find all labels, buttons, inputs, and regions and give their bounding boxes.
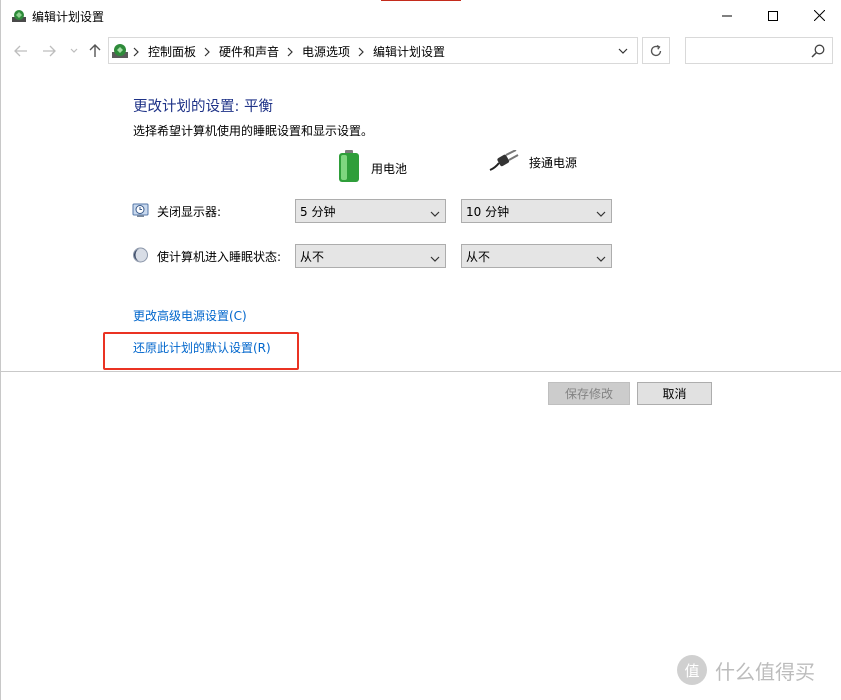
column-label-plugged-in: 接通电源 xyxy=(529,156,578,170)
divider xyxy=(1,371,841,372)
search-icon xyxy=(810,43,826,59)
sleep-label: 使计算机进入睡眠状态: xyxy=(157,250,282,264)
chevron-down-icon xyxy=(430,207,440,217)
breadcrumb-separator-icon xyxy=(203,46,211,58)
display-clock-icon xyxy=(132,202,149,221)
sleep-plugged-value: 从不 xyxy=(466,249,491,264)
breadcrumb-hardware-sound[interactable]: 硬件和声音 xyxy=(219,43,279,60)
column-label-battery: 用电池 xyxy=(371,161,408,176)
sleep-plugged-select[interactable]: 从不 xyxy=(461,244,612,268)
close-button[interactable] xyxy=(796,0,841,31)
maximize-button[interactable] xyxy=(750,0,796,31)
page-subtitle: 选择希望计算机使用的睡眠设置和显示设置。 xyxy=(133,124,374,138)
refresh-icon xyxy=(650,44,662,56)
sleep-moon-icon xyxy=(132,247,149,266)
title-bar: 编辑计划设置 xyxy=(1,0,841,32)
watermark-badge-text: 值 xyxy=(684,661,700,680)
column-header-battery: 用电池 xyxy=(337,150,407,186)
breadcrumb: 控制面板 硬件和声音 电源选项 编辑计划设置 xyxy=(132,43,445,60)
breadcrumb-separator-icon xyxy=(132,46,140,58)
turn-off-display-label-row: 关闭显示器: xyxy=(132,202,221,221)
save-changes-button[interactable]: 保存修改 xyxy=(548,382,630,405)
address-bar[interactable]: 控制面板 硬件和声音 电源选项 编辑计划设置 xyxy=(108,37,638,64)
refresh-button[interactable] xyxy=(642,37,670,64)
forward-button[interactable] xyxy=(39,40,59,62)
breadcrumb-control-panel[interactable]: 控制面板 xyxy=(148,43,196,60)
column-header-plugged-in: 接通电源 xyxy=(489,149,578,175)
battery-icon xyxy=(337,150,361,186)
power-options-icon xyxy=(11,8,27,24)
breadcrumb-separator-icon xyxy=(286,46,294,58)
display-battery-value: 5 分钟 xyxy=(300,204,336,219)
watermark-badge-icon: 值 xyxy=(677,655,707,685)
chevron-down-icon xyxy=(430,252,440,262)
sleep-battery-select[interactable]: 从不 xyxy=(295,244,446,268)
power-plug-icon xyxy=(489,149,519,175)
display-battery-select[interactable]: 5 分钟 xyxy=(295,199,446,223)
watermark-text: 什么值得买 xyxy=(715,659,815,684)
turn-off-display-label: 关闭显示器: xyxy=(157,205,222,219)
breadcrumb-power-options[interactable]: 电源选项 xyxy=(302,43,350,60)
recent-locations-chevron-icon[interactable] xyxy=(64,40,84,62)
watermark: 值 什么值得买 xyxy=(677,655,815,685)
address-dropdown-chevron-icon[interactable] xyxy=(614,43,632,59)
cancel-button[interactable]: 取消 xyxy=(637,382,712,405)
highlight-annotation-box xyxy=(103,332,299,370)
sleep-label-row: 使计算机进入睡眠状态: xyxy=(132,247,281,266)
display-plugged-select[interactable]: 10 分钟 xyxy=(461,199,612,223)
breadcrumb-separator-icon xyxy=(357,46,365,58)
back-button[interactable] xyxy=(11,40,31,62)
sleep-battery-value: 从不 xyxy=(300,249,325,264)
chevron-down-icon xyxy=(596,207,606,217)
search-input[interactable] xyxy=(685,37,833,64)
page-title: 更改计划的设置: 平衡 xyxy=(133,99,273,115)
control-panel-icon xyxy=(111,42,129,60)
edit-plan-settings-window: 编辑计划设置 控制面板 硬件和声音 电源选项 编辑计划设置 更改计划的设置: 平… xyxy=(0,0,841,700)
window-title: 编辑计划设置 xyxy=(32,10,105,24)
advanced-power-settings-link[interactable]: 更改高级电源设置(C) xyxy=(133,307,247,324)
chevron-down-icon xyxy=(596,252,606,262)
minimize-button[interactable] xyxy=(704,0,750,31)
display-plugged-value: 10 分钟 xyxy=(466,204,510,219)
navigation-bar: 控制面板 硬件和声音 电源选项 编辑计划设置 xyxy=(1,34,841,68)
breadcrumb-edit-plan[interactable]: 编辑计划设置 xyxy=(373,43,445,60)
up-button[interactable] xyxy=(85,40,105,62)
